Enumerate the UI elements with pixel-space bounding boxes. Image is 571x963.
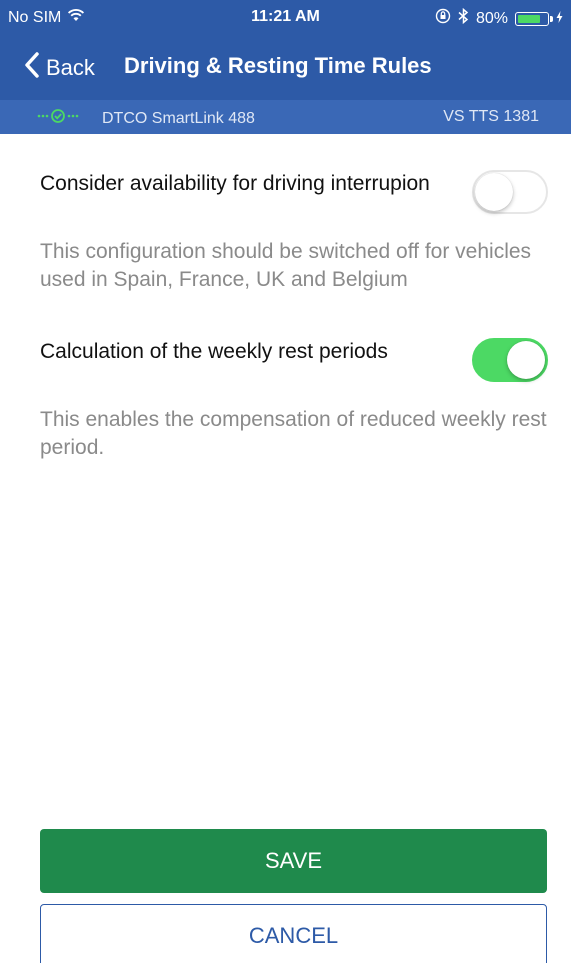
rotation-lock-icon: [435, 8, 451, 29]
battery-fill: [518, 14, 540, 23]
save-button[interactable]: SAVE: [40, 829, 547, 893]
availability-toggle[interactable]: [472, 170, 548, 214]
screen: No SIM 11:21 AM 80% Back Driving & Resti…: [0, 0, 571, 963]
vehicle-id: VS TTS 1381: [443, 108, 539, 125]
header: No SIM 11:21 AM 80% Back Driving & Resti…: [0, 0, 571, 134]
setting-label: Consider availability for driving interr…: [40, 172, 430, 195]
toggle-knob: [475, 173, 513, 211]
battery-percent: 80%: [475, 9, 508, 27]
device-name: DTCO SmartLink 488: [102, 109, 255, 127]
status-bar: No SIM 11:21 AM 80%: [0, 0, 571, 34]
weekly-rest-toggle[interactable]: [472, 338, 548, 382]
charging-icon: [556, 10, 563, 28]
status-right: 80%: [435, 7, 563, 29]
back-label: Back: [46, 54, 95, 80]
connected-icon: [36, 108, 94, 129]
toggle-knob: [507, 341, 545, 379]
device-info: DTCO SmartLink 488: [36, 108, 255, 129]
chevron-left-icon: [24, 52, 40, 83]
device-bar: DTCO SmartLink 488 VS TTS 1381: [0, 100, 571, 134]
battery-tip: [550, 15, 553, 22]
back-button[interactable]: Back: [24, 52, 95, 83]
nav-bar: Back Driving & Resting Time Rules: [0, 38, 571, 96]
setting-description: This enables the compensation of reduced…: [40, 408, 547, 459]
cancel-button[interactable]: CANCEL: [40, 904, 547, 963]
battery-icon: [515, 11, 553, 26]
bluetooth-icon: [458, 7, 469, 29]
page-title: Driving & Resting Time Rules: [124, 53, 432, 78]
setting-label: Calculation of the weekly rest periods: [40, 340, 388, 363]
setting-description: This configuration should be switched of…: [40, 240, 532, 291]
